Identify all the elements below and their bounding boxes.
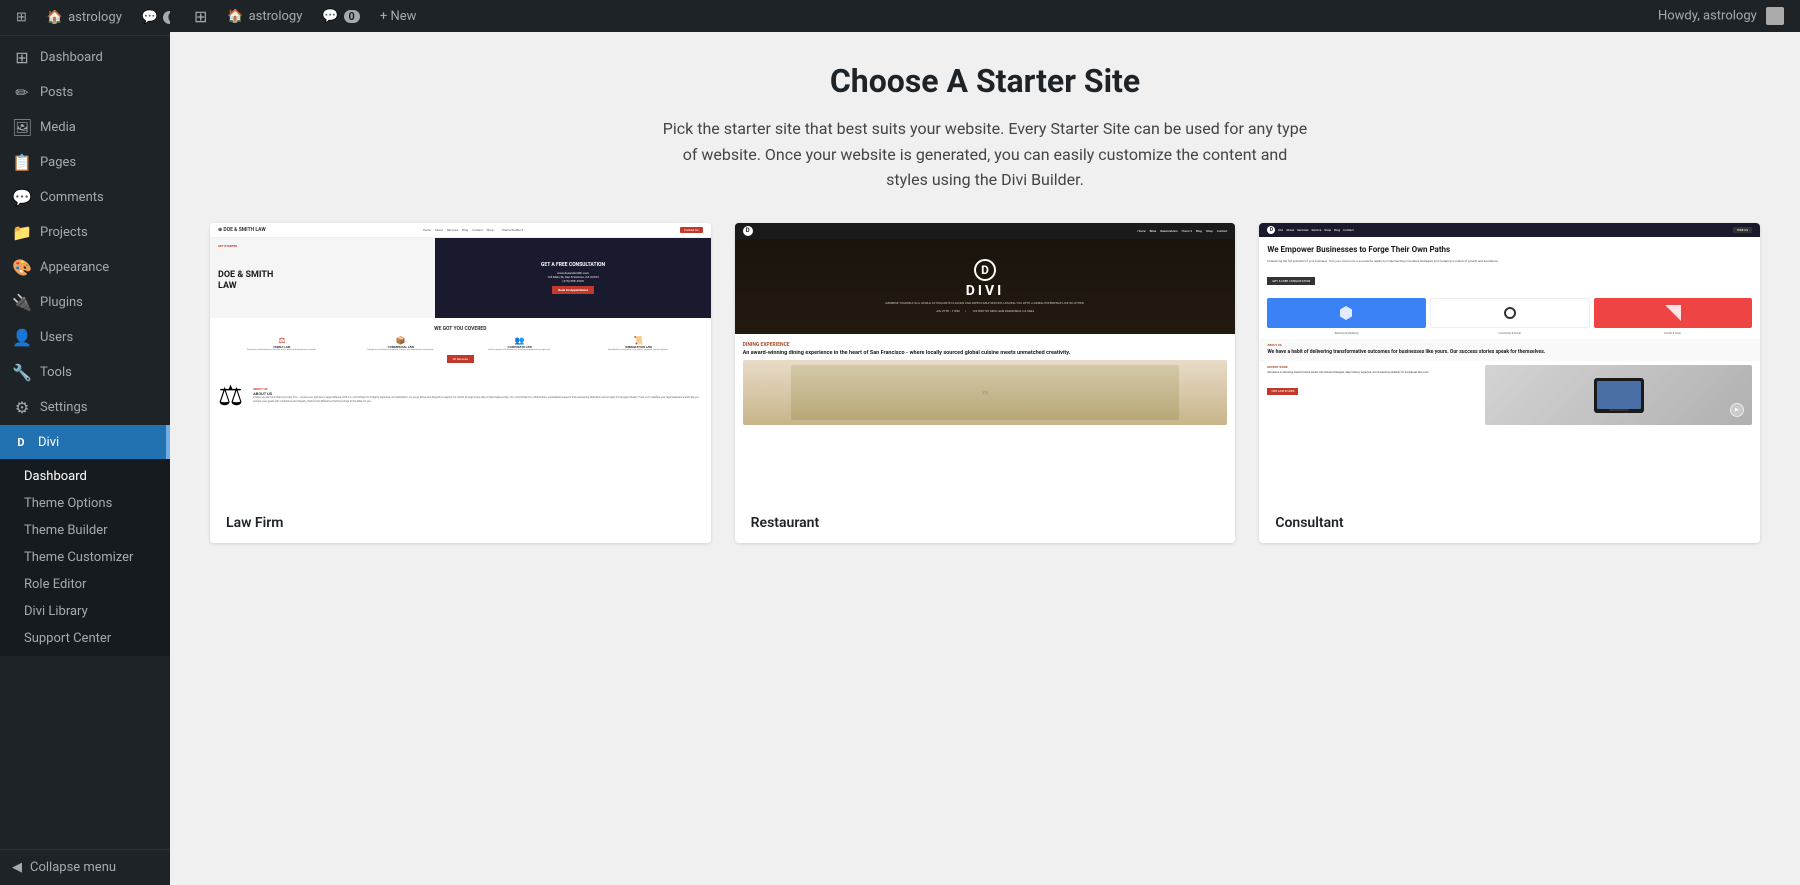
main-nav: ⊞ Dashboard ✏ Posts 🖼 Media 📋 Pages 💬 Co… [0,36,170,849]
restaurant-label: Restaurant [735,503,1236,543]
user-avatar [1766,7,1784,25]
topbar-user-greeting: Howdy, astrology [1658,7,1784,25]
topbar-comments[interactable]: 💬 0 [314,5,368,28]
appearance-icon: 🎨 [12,258,32,277]
projects-icon: 📁 [12,223,32,242]
restaurant-preview: D HomeBitesReservationsHours ▾BlogShopCo… [735,223,1236,503]
topbar-wp-logo[interactable]: ⊞ [186,3,215,30]
divi-subitem-role-editor[interactable]: Role Editor [0,571,170,598]
starter-site-consultant[interactable]: D DiviAboutServicesServiceShopBlogContac… [1259,223,1760,543]
collapse-icon: ◀ [12,860,22,875]
sidebar-item-tools[interactable]: 🔧 Tools [0,355,170,390]
divi-subitem-theme-customizer[interactable]: Theme Customizer [0,544,170,571]
collapse-menu-button[interactable]: ◀ Collapse menu [0,849,170,885]
law-firm-label: Law Firm [210,503,711,543]
sidebar-item-users[interactable]: 👤 Users [0,320,170,355]
topbar-comments-badge: 0 [344,10,360,23]
page-title: Choose A Starter Site [210,62,1760,100]
topbar-site-name[interactable]: 🏠 astrology [219,5,310,28]
sidebar-item-projects[interactable]: 📁 Projects [0,215,170,250]
page-description: Pick the starter site that best suits yo… [660,116,1310,193]
home-icon: 🏠 [47,10,63,25]
plugins-icon: 🔌 [12,293,32,312]
consultant-preview: D DiviAboutServicesServiceShopBlogContac… [1259,223,1760,503]
topbar-left: ⊞ 🏠 astrology 💬 0 + New [186,3,424,30]
users-icon: 👤 [12,328,32,347]
topbar-wp-icon: ⊞ [194,7,207,26]
main-content: ⊞ 🏠 astrology 💬 0 + New Howdy, astrology… [170,0,1800,885]
consultant-label: Consultant [1259,503,1760,543]
sidebar-topbar: ⊞ 🏠 astrology 💬 0 + New [0,0,170,36]
media-icon: 🖼 [12,118,32,137]
divi-subitem-theme-options[interactable]: Theme Options [0,490,170,517]
starter-site-restaurant[interactable]: D HomeBitesReservationsHours ▾BlogShopCo… [735,223,1236,543]
settings-icon: ⚙ [12,398,32,417]
page-heading: Choose A Starter Site Pick the starter s… [210,62,1760,193]
starter-site-law-firm[interactable]: ⊕ DOE & SMITH LAW HomeAboutServicesBlogC… [210,223,711,543]
topbar-new[interactable]: + New [372,5,425,28]
sidebar-item-pages[interactable]: 📋 Pages [0,145,170,180]
sidebar-item-posts[interactable]: ✏ Posts [0,75,170,110]
active-indicator [166,425,170,459]
content-area: Choose A Starter Site Pick the starter s… [170,32,1800,885]
divi-subitem-dashboard[interactable]: Dashboard [0,463,170,490]
divi-subitem-theme-builder[interactable]: Theme Builder [0,517,170,544]
divi-subitem-support[interactable]: Support Center [0,625,170,652]
sidebar-item-comments[interactable]: 💬 Comments [0,180,170,215]
wp-logo-icon: ⊞ [16,10,27,25]
comments-link[interactable]: 💬 0 [134,6,170,29]
dashboard-icon: ⊞ [12,48,32,67]
site-name-link[interactable]: 🏠 astrology [39,6,130,29]
sidebar-item-dashboard[interactable]: ⊞ Dashboard [0,40,170,75]
wp-topbar: ⊞ 🏠 astrology 💬 0 + New Howdy, astrology [170,0,1800,32]
wp-logo-link[interactable]: ⊞ [8,6,35,29]
divi-subitem-library[interactable]: Divi Library [0,598,170,625]
comments-badge: 0 [163,11,170,24]
comment-icon: 💬 [142,10,158,25]
pages-icon: 📋 [12,153,32,172]
law-firm-preview: ⊕ DOE & SMITH LAW HomeAboutServicesBlogC… [210,223,711,503]
tools-icon: 🔧 [12,363,32,382]
posts-icon: ✏ [12,83,32,102]
sidebar-item-settings[interactable]: ⚙ Settings [0,390,170,425]
starter-sites-grid: ⊕ DOE & SMITH LAW HomeAboutServicesBlogC… [210,223,1760,543]
sidebar-item-divi[interactable]: D Divi [0,425,170,459]
sidebar-item-appearance[interactable]: 🎨 Appearance [0,250,170,285]
comments-icon: 💬 [12,188,32,207]
topbar-comment-icon: 💬 [322,9,338,24]
sidebar-item-plugins[interactable]: 🔌 Plugins [0,285,170,320]
divi-submenu: Dashboard Theme Options Theme Builder Th… [0,459,170,656]
sidebar: ⊞ 🏠 astrology 💬 0 + New ⊞ Dashboard ✏ Po… [0,0,170,885]
divi-icon: D [12,433,30,451]
sidebar-item-media[interactable]: 🖼 Media [0,110,170,145]
topbar-home-icon: 🏠 [227,9,243,24]
